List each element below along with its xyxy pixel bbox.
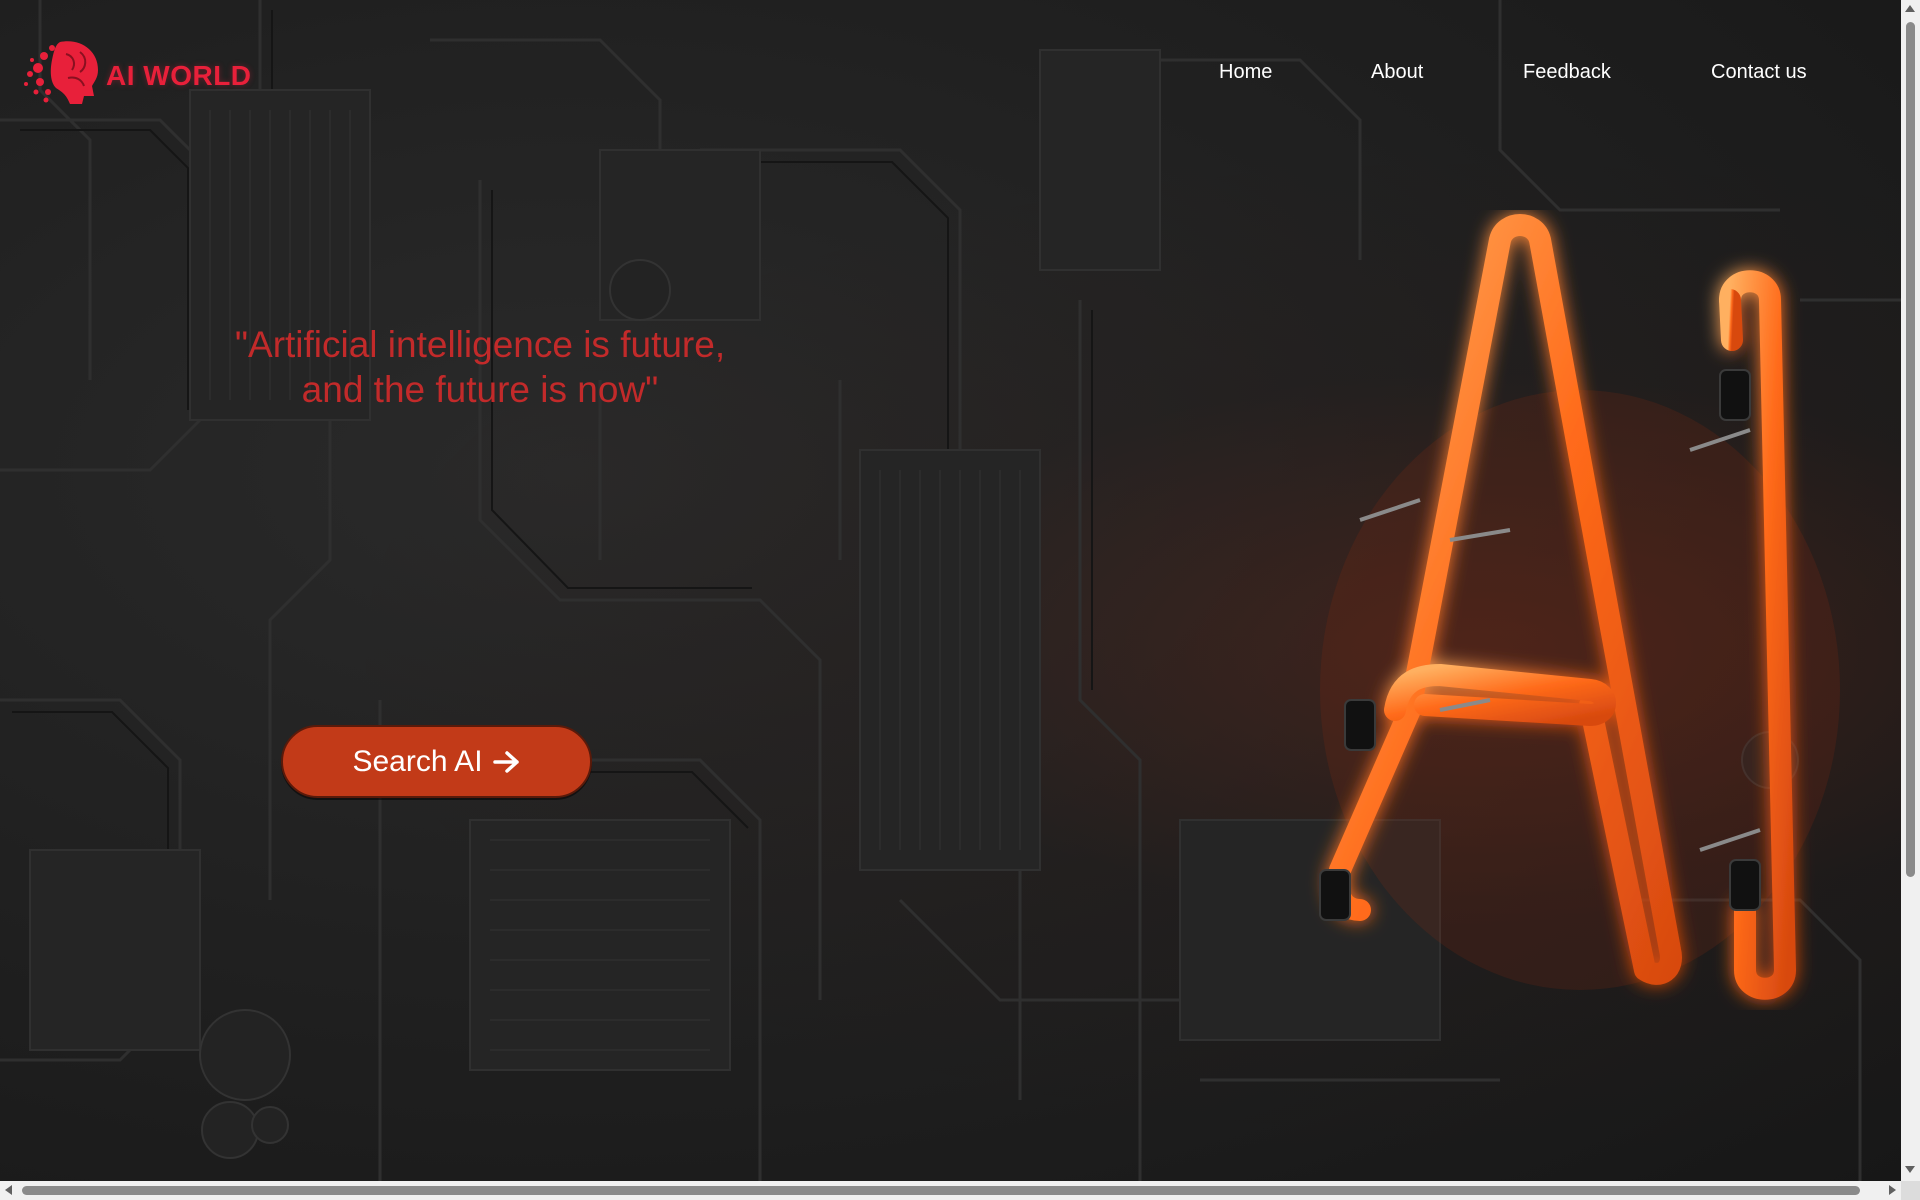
horizontal-scroll-thumb[interactable] [22,1186,1860,1195]
scroll-right-arrow-icon[interactable] [1889,1185,1896,1195]
horizontal-scrollbar[interactable] [0,1181,1901,1200]
scroll-up-arrow-icon[interactable] [1905,5,1915,12]
hero-quote-line1: "Artificial intelligence is future, [234,324,726,365]
search-ai-label: Search AI [352,744,483,778]
arrow-right-icon [492,750,519,773]
nav-feedback-link[interactable]: Feedback [1523,61,1611,84]
scrollbar-corner [1901,1181,1920,1200]
vertical-scrollbar[interactable] [1901,0,1920,1181]
scroll-left-arrow-icon[interactable] [5,1185,12,1195]
main-nav: Home About Feedback Contact us [0,61,1901,91]
nav-home-link[interactable]: Home [1219,61,1272,84]
neon-ai-sign [1319,214,1840,1000]
hero-quote: "Artificial intelligence is future, and … [180,322,780,412]
page-viewport: AI WORLD Home About Feedback Contact us … [0,0,1901,1181]
nav-contact-link[interactable]: Contact us [1711,61,1807,84]
nav-about-link[interactable]: About [1371,61,1423,84]
hero-quote-line2: and the future is now" [301,369,659,410]
vertical-scroll-thumb[interactable] [1906,22,1915,877]
search-ai-button[interactable]: Search AI [281,725,592,798]
scroll-down-arrow-icon[interactable] [1905,1166,1915,1173]
